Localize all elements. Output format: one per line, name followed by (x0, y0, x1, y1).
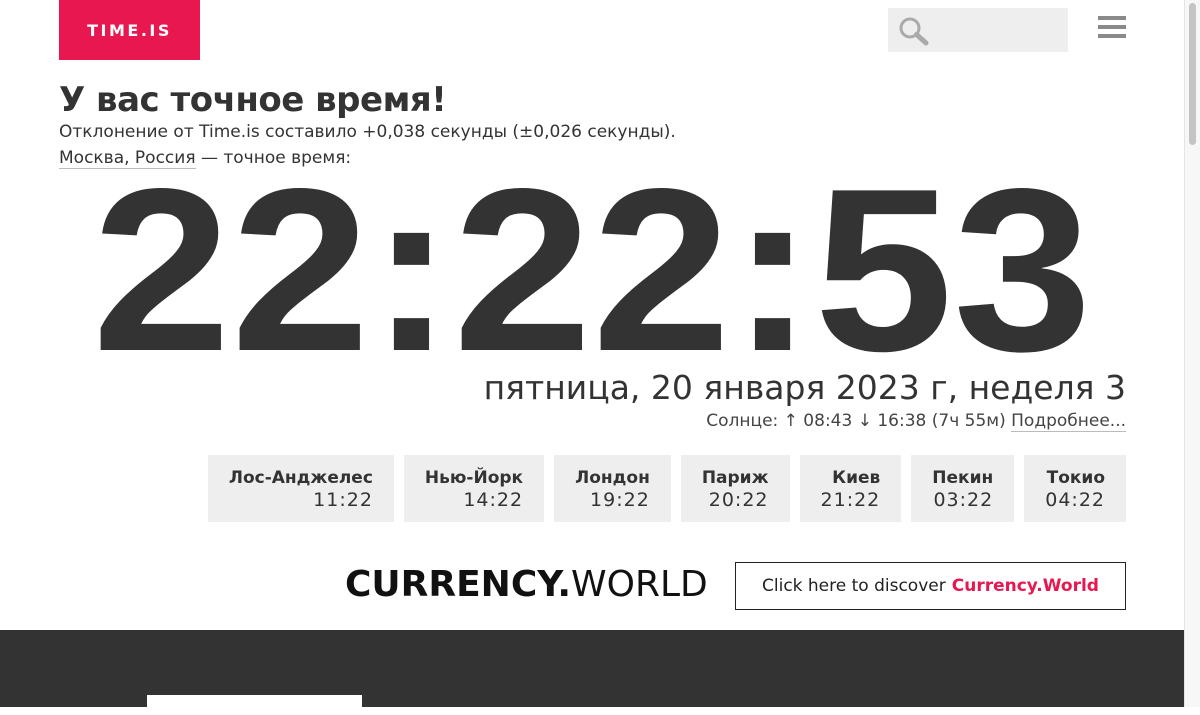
currency-world-button[interactable]: Click here to discover Currency.World (735, 562, 1126, 610)
city-name: Лос-Анджелес (228, 467, 373, 488)
city-paris[interactable]: Париж 20:22 (680, 455, 790, 522)
button-text: Click here to discover (762, 576, 946, 596)
city-time: 21:22 (820, 488, 881, 511)
city-name: Киев (832, 467, 881, 488)
city-new-york[interactable]: Нью-Йорк 14:22 (403, 455, 545, 522)
date-line: пятница, 20 января 2023 г, неделя 3 (483, 368, 1126, 407)
logo-bold-part: CURRENCY. (345, 564, 572, 605)
city-los-angeles[interactable]: Лос-Анджелес 11:22 (207, 455, 394, 522)
city-name: Лондон (575, 467, 650, 488)
footer-logo (147, 695, 362, 715)
city-london[interactable]: Лондон 19:22 (554, 455, 671, 522)
city-time: 19:22 (590, 488, 650, 511)
deviation-text: Отклонение от Time.is составило +0,038 с… (59, 122, 676, 142)
hamburger-menu-icon[interactable] (1098, 16, 1126, 44)
city-tokyo[interactable]: Токио 04:22 (1024, 455, 1126, 522)
scrollbar[interactable] (1184, 0, 1200, 707)
scrollbar-thumb[interactable] (1189, 3, 1196, 145)
city-time: 14:22 (463, 488, 524, 511)
page-title: У вас точное время! (59, 80, 447, 120)
clock-time: 22:22:53 (92, 152, 1092, 382)
city-beijing[interactable]: Пекин 03:22 (911, 455, 1015, 522)
city-kyiv[interactable]: Киев 21:22 (799, 455, 902, 522)
city-name: Токио (1046, 467, 1105, 488)
sun-times: Солнце: ↑ 08:43 ↓ 16:38 (7ч 55м) (706, 411, 1012, 431)
sun-details-link[interactable]: Подробнее... (1011, 411, 1126, 432)
footer (0, 630, 1185, 715)
city-clocks: Лос-Анджелес 11:22 Нью-Йорк 14:22 Лондон 19… (207, 455, 1126, 522)
city-time: 03:22 (933, 488, 994, 511)
city-time: 11:22 (313, 488, 373, 511)
search-icon[interactable] (898, 16, 930, 46)
city-name: Нью-Йорк (424, 467, 524, 488)
city-time: 04:22 (1045, 488, 1105, 511)
button-highlight: Currency.World (951, 576, 1099, 596)
search-box[interactable] (888, 8, 1068, 52)
sun-info: Солнце: ↑ 08:43 ↓ 16:38 (7ч 55м) Подробн… (706, 411, 1126, 432)
city-name: Пекин (932, 467, 994, 488)
city-name: Париж (701, 467, 769, 488)
currency-world-logo[interactable]: CURRENCY.WORLD (345, 562, 708, 608)
clock: 22:22:53 (92, 152, 1092, 382)
site-logo[interactable]: TIME.IS (59, 0, 200, 60)
logo-light-part: WORLD (571, 564, 708, 605)
city-time: 20:22 (708, 488, 769, 511)
